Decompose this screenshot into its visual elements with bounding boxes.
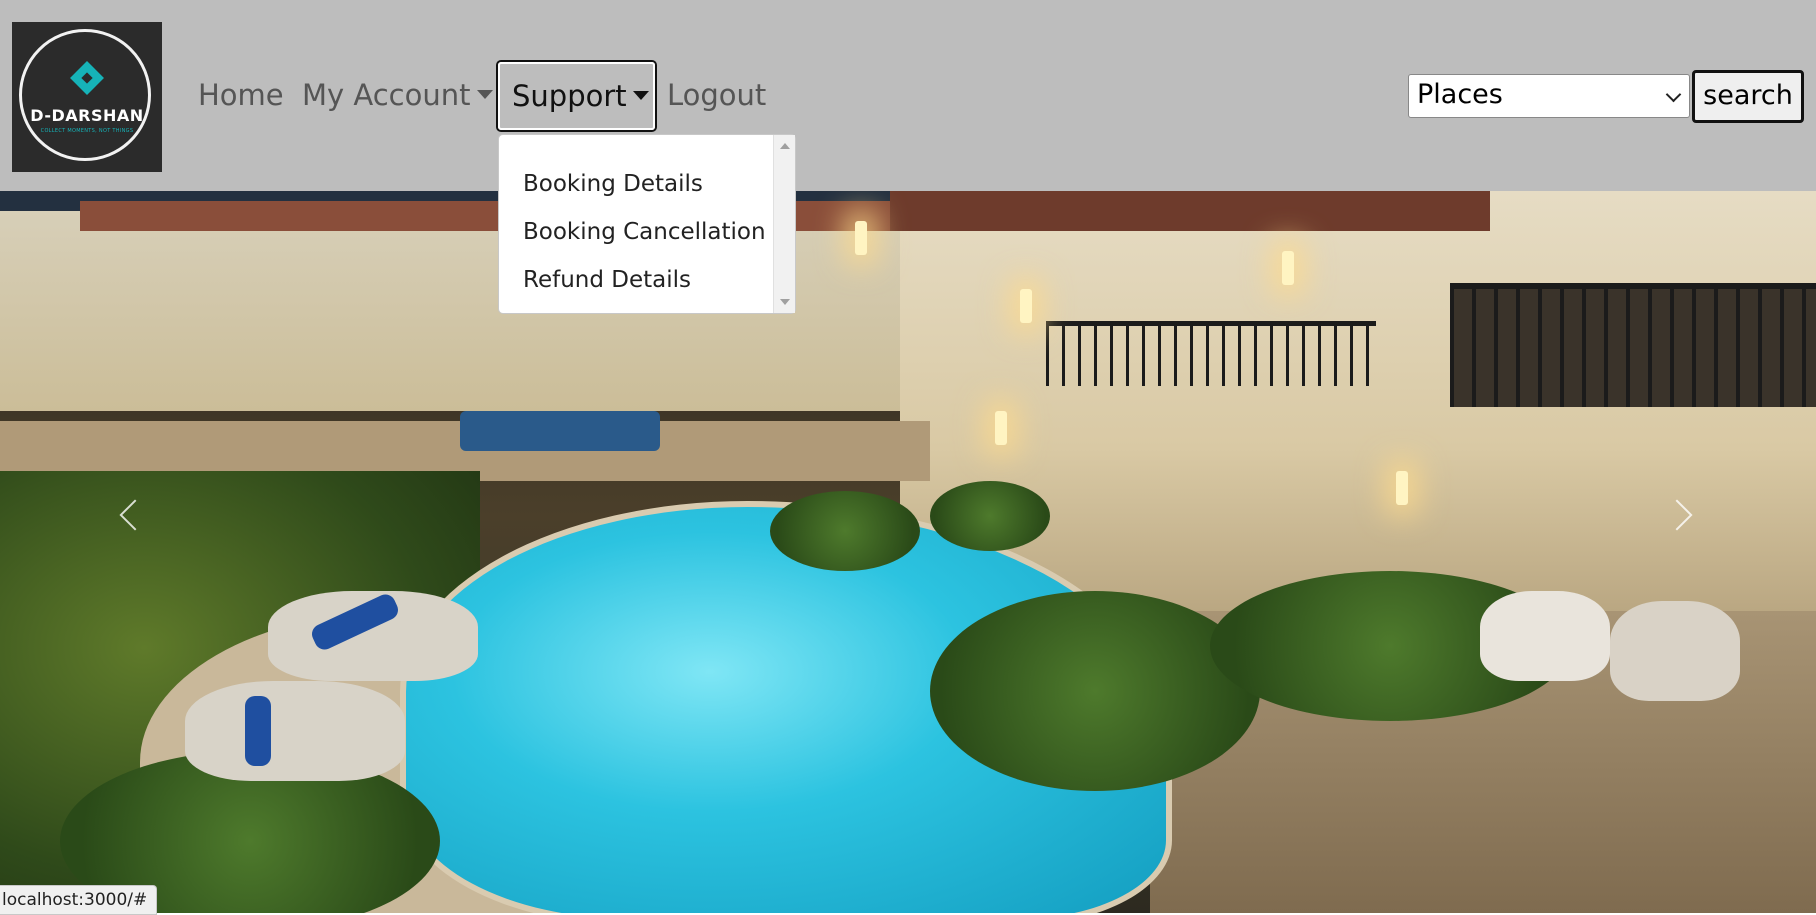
support-dropdown-menu: Booking Details Booking Cancellation Ref… (498, 134, 796, 314)
places-select[interactable]: Places (1408, 74, 1690, 118)
hero-lamp (1282, 251, 1294, 285)
nav-my-account[interactable]: My Account (302, 78, 493, 112)
nav-support-label: Support (512, 79, 627, 113)
hero-bush (770, 491, 920, 571)
logo-ring (19, 29, 151, 161)
status-bar-url: localhost:3000/# (0, 885, 158, 915)
nav-my-account-label: My Account (302, 78, 471, 112)
hero-bathtub (1480, 591, 1610, 681)
caret-down-icon (632, 91, 649, 100)
nav-logout-label: Logout (667, 78, 767, 112)
menu-item-refund-details[interactable]: Refund Details (523, 267, 691, 293)
nav-home-label: Home (198, 78, 284, 112)
brand-name: D-DARSHAN (30, 106, 144, 125)
scroll-down-icon[interactable] (780, 299, 790, 305)
hero-bush (930, 591, 1260, 791)
hero-roof-right (890, 191, 1490, 231)
hero-cushion (245, 696, 271, 766)
hero-lamp (995, 411, 1007, 445)
hero-lamp (855, 221, 867, 255)
hero-bush (930, 481, 1050, 551)
hero-balcony (1450, 283, 1816, 407)
caret-down-icon (476, 90, 493, 99)
nav-support-dropdown[interactable]: Support (496, 60, 657, 132)
hero-lamp (1396, 471, 1408, 505)
hero-lounger (185, 681, 405, 781)
hero-balcony (1046, 321, 1376, 386)
hero-upper-pool (460, 411, 660, 451)
menu-item-booking-details[interactable]: Booking Details (523, 171, 703, 197)
nav-home[interactable]: Home (198, 78, 284, 112)
hero-lamp (1020, 289, 1032, 323)
dropdown-scrollbar[interactable] (773, 135, 795, 313)
hero-carousel (0, 191, 1816, 913)
menu-item-booking-cancellation[interactable]: Booking Cancellation (523, 219, 766, 245)
hero-lounger (1610, 601, 1740, 701)
places-select-value: Places (1417, 79, 1503, 110)
chevron-down-icon (1665, 86, 1682, 103)
brand-logo[interactable]: D-DARSHAN COLLECT MOMENTS, NOT THINGS (12, 22, 162, 172)
nav-logout[interactable]: Logout (667, 78, 766, 112)
brand-tagline: COLLECT MOMENTS, NOT THINGS (40, 128, 134, 134)
search-button[interactable]: search (1692, 70, 1804, 123)
scroll-up-icon[interactable] (780, 143, 790, 149)
navbar: D-DARSHAN COLLECT MOMENTS, NOT THINGS Ho… (0, 0, 1816, 191)
